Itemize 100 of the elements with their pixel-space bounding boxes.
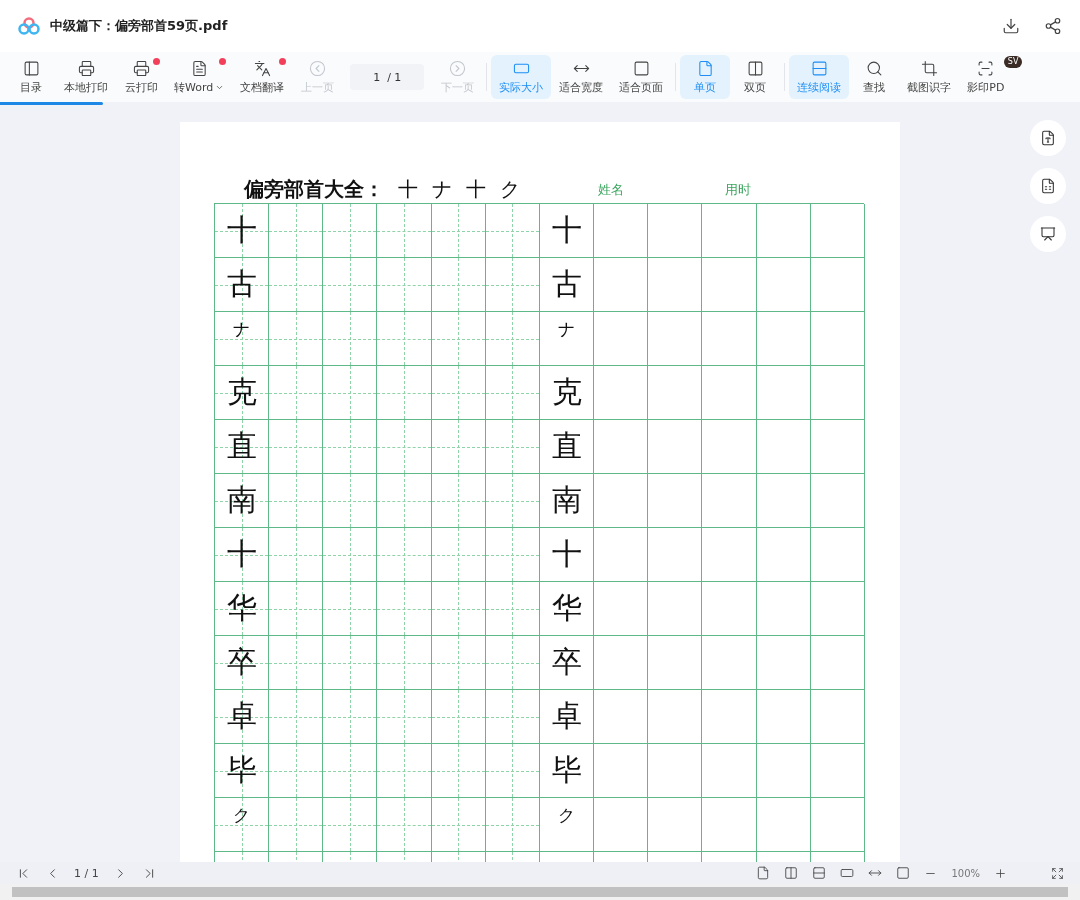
worksheet-title: 偏旁部首大全： bbox=[244, 176, 384, 203]
toolbar-button[interactable]: 文档翻译 bbox=[232, 55, 293, 99]
practice-cell bbox=[810, 528, 865, 582]
practice-cell bbox=[323, 420, 378, 474]
fullscreen-icon[interactable] bbox=[1051, 866, 1064, 880]
toolbar-button[interactable]: 截图识字 bbox=[899, 55, 960, 99]
radical: 十 bbox=[398, 177, 418, 202]
practice-cell bbox=[756, 366, 811, 420]
model-character: 南 bbox=[226, 482, 257, 518]
app-logo bbox=[18, 17, 40, 35]
practice-cell bbox=[702, 798, 757, 852]
model-character: 华 bbox=[551, 590, 582, 626]
toolbar-button[interactable]: 云打印 bbox=[116, 55, 166, 99]
practice-cell bbox=[323, 690, 378, 744]
toolbar-button[interactable]: 本地打印 bbox=[56, 55, 116, 99]
model-character: 直 bbox=[551, 428, 582, 464]
chevron-left-icon bbox=[308, 59, 326, 77]
toolbar-button[interactable]: 适合宽度 bbox=[551, 55, 612, 99]
practice-cell bbox=[756, 690, 811, 744]
model-character: ク bbox=[558, 805, 575, 827]
model-character: 卒 bbox=[551, 644, 582, 680]
practice-cell bbox=[702, 744, 757, 798]
practice-cell bbox=[810, 366, 865, 420]
practice-cell bbox=[431, 312, 486, 366]
practice-cell bbox=[810, 690, 865, 744]
page-indicator: 1 / 1 bbox=[74, 866, 99, 880]
actual-size-icon[interactable] bbox=[840, 866, 855, 880]
presentation-icon bbox=[1040, 226, 1056, 242]
practice-cell bbox=[648, 474, 703, 528]
practice-cell bbox=[377, 744, 432, 798]
practice-cell bbox=[756, 312, 811, 366]
practice-cell bbox=[810, 420, 865, 474]
practice-cell bbox=[323, 744, 378, 798]
practice-cell bbox=[810, 744, 865, 798]
practice-cell bbox=[377, 258, 432, 312]
name-label: 姓名 bbox=[597, 181, 626, 199]
zoom-level: 100% bbox=[951, 867, 980, 879]
model-character: 毕 bbox=[226, 752, 257, 788]
toolbar-button[interactable]: 查找 bbox=[849, 55, 900, 99]
word-convert-icon bbox=[1040, 130, 1056, 146]
practice-cell bbox=[323, 312, 378, 366]
toolbar-button[interactable]: 转Word bbox=[166, 55, 233, 99]
practice-cell bbox=[431, 636, 486, 690]
page-field[interactable]: 1 / 1 bbox=[350, 64, 425, 90]
model-character: 华 bbox=[226, 590, 257, 626]
single-page-icon[interactable] bbox=[756, 866, 771, 880]
convert-button[interactable] bbox=[1030, 216, 1066, 252]
convert-button[interactable] bbox=[1030, 120, 1066, 156]
practice-cell bbox=[702, 690, 757, 744]
practice-cell bbox=[431, 690, 486, 744]
practice-cell bbox=[323, 528, 378, 582]
convert-button[interactable] bbox=[1030, 168, 1066, 204]
practice-cell bbox=[756, 420, 811, 474]
printer-icon bbox=[132, 59, 150, 77]
practice-cell bbox=[702, 582, 757, 636]
toolbar-button[interactable]: 适合页面 bbox=[611, 55, 672, 99]
model-character: 直 bbox=[226, 428, 257, 464]
practice-cell bbox=[377, 528, 432, 582]
practice-cell bbox=[431, 366, 486, 420]
model-character: 南 bbox=[551, 482, 582, 518]
practice-cell bbox=[377, 582, 432, 636]
translate-icon bbox=[253, 59, 271, 77]
practice-cell bbox=[648, 366, 703, 420]
practice-cell bbox=[377, 798, 432, 852]
toolbar-button[interactable]: 目录 bbox=[6, 55, 56, 99]
tag-badge: SV bbox=[1003, 56, 1023, 68]
single-page-icon bbox=[696, 59, 714, 77]
time-label: 用时 bbox=[724, 181, 753, 199]
practice-cell bbox=[648, 312, 703, 366]
horizontal-scrollbar[interactable] bbox=[12, 887, 1068, 897]
practice-cell bbox=[323, 798, 378, 852]
fit-page-icon[interactable] bbox=[896, 866, 911, 880]
practice-cell bbox=[702, 258, 757, 312]
search-icon bbox=[865, 59, 883, 77]
practice-cell bbox=[702, 636, 757, 690]
share-icon[interactable] bbox=[1044, 17, 1062, 35]
radical: 十 bbox=[466, 177, 486, 202]
download-icon[interactable] bbox=[1002, 17, 1020, 35]
practice-cell bbox=[323, 582, 378, 636]
model-character: ク bbox=[233, 805, 251, 827]
practice-cell bbox=[810, 474, 865, 528]
practice-cell bbox=[431, 258, 486, 312]
printer-icon bbox=[77, 59, 95, 77]
practice-cell bbox=[323, 258, 378, 312]
two-columns-icon[interactable] bbox=[784, 866, 799, 880]
model-character: 克 bbox=[551, 374, 582, 410]
toolbar-button[interactable]: 双页 bbox=[730, 55, 781, 99]
model-character: 毕 bbox=[551, 752, 582, 788]
model-character: ナ bbox=[558, 319, 575, 341]
practice-cell bbox=[756, 744, 811, 798]
practice-cell bbox=[702, 474, 757, 528]
practice-cell bbox=[756, 474, 811, 528]
two-rows-icon[interactable] bbox=[812, 866, 827, 880]
zoom-in-icon[interactable] bbox=[994, 866, 1007, 880]
practice-cell bbox=[377, 312, 432, 366]
practice-cell bbox=[323, 636, 378, 690]
practice-cell bbox=[377, 474, 432, 528]
crop-icon bbox=[920, 59, 938, 77]
model-character: 十 bbox=[551, 536, 582, 572]
practice-cell bbox=[648, 744, 703, 798]
